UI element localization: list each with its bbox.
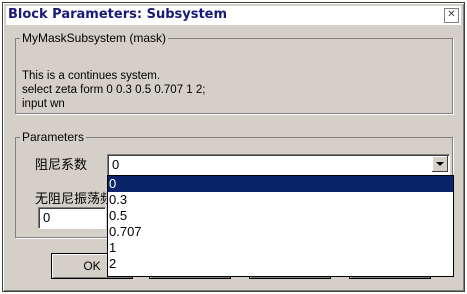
close-button[interactable]: ✕ bbox=[444, 8, 459, 23]
description-line: input wn bbox=[22, 98, 65, 110]
zeta-label: 阻尼系数 bbox=[35, 158, 88, 173]
dropdown-option[interactable]: 1 bbox=[108, 240, 453, 256]
parameters-legend: Parameters bbox=[22, 130, 85, 144]
mask-group-legend: MyMaskSubsystem (mask) bbox=[22, 31, 167, 45]
zeta-select-value: 0 bbox=[112, 157, 120, 172]
close-icon: ✕ bbox=[447, 9, 456, 20]
description-line: select zeta form 0 0.3 0.5 0.707 1 2; bbox=[22, 84, 206, 96]
dropdown-option[interactable]: 0.707 bbox=[108, 224, 453, 240]
zeta-dropdown-list: 0 0.3 0.5 0.707 1 2 bbox=[107, 175, 454, 277]
dialog-title: Block Parameters: Subsystem bbox=[8, 7, 228, 22]
wn-input-value: 0 bbox=[43, 210, 51, 225]
dropdown-option[interactable]: 2 bbox=[108, 256, 453, 272]
block-parameters-dialog: Block Parameters: Subsystem ✕ MyMaskSubs… bbox=[2, 2, 465, 292]
mask-group: MyMaskSubsystem (mask) This is a continu… bbox=[15, 31, 453, 114]
title-bar[interactable]: Block Parameters: Subsystem ✕ bbox=[6, 6, 461, 25]
zeta-select[interactable]: 0 bbox=[107, 154, 450, 176]
dropdown-option[interactable]: 0 bbox=[108, 176, 453, 192]
dropdown-option[interactable]: 0.3 bbox=[108, 192, 453, 208]
description-line: This is a continues system. bbox=[22, 70, 161, 82]
dropdown-arrow-button[interactable] bbox=[432, 156, 448, 172]
dropdown-option[interactable]: 0.5 bbox=[108, 208, 453, 224]
ok-button-label: OK bbox=[83, 259, 101, 273]
wn-input[interactable]: 0 bbox=[38, 207, 106, 229]
mask-description: This is a continues system. select zeta … bbox=[22, 69, 205, 111]
